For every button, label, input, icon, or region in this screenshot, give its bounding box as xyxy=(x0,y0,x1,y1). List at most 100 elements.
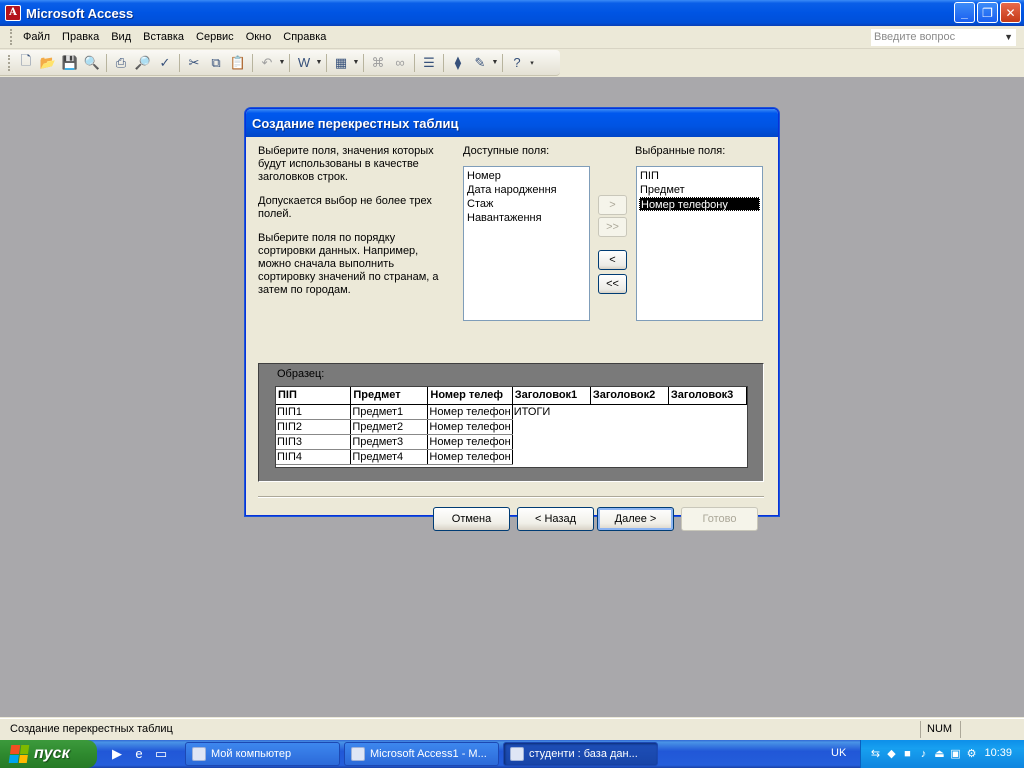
print-preview-icon[interactable]: 🔎 xyxy=(132,52,154,74)
available-fields-list[interactable]: Номер Дата народження Стаж Навантаження xyxy=(463,166,590,321)
new-object-icon[interactable]: ✎ xyxy=(469,52,491,74)
selected-fields-list[interactable]: ПІП Предмет Номер телефону xyxy=(636,166,763,321)
clock[interactable]: 10:39 xyxy=(984,747,1012,759)
list-item[interactable]: Номер xyxy=(466,169,587,183)
chevron-down-icon[interactable]: ▼ xyxy=(1004,30,1013,45)
database-icon xyxy=(510,747,524,761)
list-item[interactable]: Стаж xyxy=(466,197,587,211)
toolbar-separator xyxy=(289,53,290,72)
num-lock-indicator: NUM xyxy=(927,723,953,735)
dialog-title[interactable]: Создание перекрестных таблиц xyxy=(246,109,778,137)
toolbar-separator xyxy=(326,53,327,72)
menu-window[interactable]: Окно xyxy=(240,29,278,45)
save-icon[interactable]: 💾 xyxy=(59,52,81,74)
media-player-icon[interactable]: ▶ xyxy=(108,745,126,763)
toolbar-separator xyxy=(414,53,415,72)
sample-header-row: ПІП Предмет Номер телеф Заголовок1 Загол… xyxy=(276,387,748,405)
table-cell: Номер телефон xyxy=(427,404,513,420)
add-all-fields-button[interactable]: >> xyxy=(598,217,627,237)
paste-icon[interactable]: 📋 xyxy=(227,52,249,74)
remove-all-fields-button[interactable]: << xyxy=(598,274,627,294)
analyze-icon[interactable]: ▦ xyxy=(330,52,352,74)
app-title-bar[interactable]: A Microsoft Access _ ❐ ✕ xyxy=(0,0,1024,26)
print-icon[interactable]: ⎙ xyxy=(110,52,132,74)
minimize-button[interactable]: _ xyxy=(954,2,975,23)
table-header: Предмет xyxy=(350,387,429,405)
open-icon[interactable]: 📂 xyxy=(37,52,59,74)
finish-button[interactable]: Готово xyxy=(681,507,758,531)
table-cell: Предмет1 xyxy=(350,404,429,420)
list-item-selected[interactable]: Номер телефону xyxy=(639,197,760,211)
close-button[interactable]: ✕ xyxy=(1000,2,1021,23)
back-button[interactable]: < Назад xyxy=(517,507,594,531)
code-icon[interactable]: ⌘ xyxy=(367,52,389,74)
search-icon[interactable]: 🔍 xyxy=(81,52,103,74)
settings-icon[interactable]: ⚙ xyxy=(965,748,978,761)
language-indicator[interactable]: UK xyxy=(831,747,846,759)
taskbar-item-my-computer[interactable]: Мой компьютер xyxy=(185,742,340,766)
properties-icon[interactable]: ☰ xyxy=(418,52,440,74)
menu-insert[interactable]: Вставка xyxy=(137,29,190,45)
chevron-down-icon[interactable]: ▼ xyxy=(491,59,499,66)
ask-question-box[interactable]: Введите вопрос ▼ xyxy=(871,29,1016,46)
menu-file[interactable]: Файл xyxy=(17,29,56,45)
menu-view[interactable]: Вид xyxy=(105,29,137,45)
remove-field-button[interactable]: < xyxy=(598,250,627,270)
volume-icon[interactable]: ♪ xyxy=(917,748,930,761)
toolbar-separator xyxy=(502,53,503,72)
show-desktop-icon[interactable]: ▭ xyxy=(152,745,170,763)
restore-button[interactable]: ❐ xyxy=(977,2,998,23)
sample-label: Образец: xyxy=(277,368,325,380)
toolbar-separator xyxy=(443,53,444,72)
table-cell: ПІП2 xyxy=(276,419,352,435)
cut-icon[interactable]: ✂ xyxy=(183,52,205,74)
usb-icon[interactable]: ⏏ xyxy=(933,748,946,761)
menu-edit[interactable]: Правка xyxy=(56,29,105,45)
menu-grip[interactable] xyxy=(10,29,13,45)
toolbar-grip[interactable] xyxy=(8,54,11,71)
list-item[interactable]: ПІП xyxy=(639,169,760,183)
table-cell xyxy=(512,434,590,449)
link-icon[interactable]: ∞ xyxy=(389,52,411,74)
monitor-icon[interactable]: ▣ xyxy=(949,748,962,761)
task-label: Microsoft Access1 - M... xyxy=(370,748,487,760)
table-row: ПІП4 Предмет4 Номер телефон xyxy=(276,449,747,465)
next-button[interactable]: Далее > xyxy=(597,507,674,531)
task-label: Мой компьютер xyxy=(211,748,292,760)
menu-tools[interactable]: Сервис xyxy=(190,29,240,45)
table-header: Номер телеф xyxy=(427,387,513,405)
list-item[interactable]: Навантаження xyxy=(466,211,587,225)
chevron-down-icon[interactable]: ▼ xyxy=(315,59,323,66)
add-field-button[interactable]: > xyxy=(598,195,627,215)
table-cell: Номер телефон xyxy=(427,449,513,465)
list-item[interactable]: Предмет xyxy=(639,183,760,197)
access-icon xyxy=(351,747,365,761)
list-item[interactable]: Дата народження xyxy=(466,183,587,197)
new-icon[interactable]: 🗋 xyxy=(15,52,37,74)
taskbar-item-access1[interactable]: Microsoft Access1 - M... xyxy=(344,742,499,766)
undo-icon[interactable]: ↶ xyxy=(256,52,278,74)
internet-explorer-icon[interactable]: e xyxy=(130,745,148,763)
network-icon[interactable]: ⇆ xyxy=(869,748,882,761)
table-cell: ИТОГИ xyxy=(513,405,551,418)
copy-icon[interactable]: ⧉ xyxy=(205,52,227,74)
chevron-down-icon[interactable]: ▼ xyxy=(278,59,286,66)
spelling-icon[interactable]: ✓ xyxy=(154,52,176,74)
access-app-icon[interactable]: A xyxy=(5,5,21,21)
sample-grid: ПІП Предмет Номер телеф Заголовок1 Загол… xyxy=(275,386,748,468)
toolbar-options-icon[interactable]: ▾ xyxy=(528,59,536,67)
office-links-icon[interactable]: W xyxy=(293,52,315,74)
antivirus-icon[interactable]: ■ xyxy=(901,748,914,761)
help-icon[interactable]: ? xyxy=(506,52,528,74)
table-row: ПІП2 Предмет2 Номер телефон xyxy=(276,419,747,435)
relationships-icon[interactable]: ⧫ xyxy=(447,52,469,74)
menu-help[interactable]: Справка xyxy=(277,29,332,45)
task-label: студенти : база дан... xyxy=(529,748,638,760)
table-cell: Предмет2 xyxy=(350,419,429,435)
ask-question-placeholder: Введите вопрос xyxy=(874,31,956,43)
security-icon[interactable]: ◆ xyxy=(885,748,898,761)
chevron-down-icon[interactable]: ▼ xyxy=(352,59,360,66)
cancel-button[interactable]: Отмена xyxy=(433,507,510,531)
start-button[interactable]: пуск xyxy=(0,740,97,768)
taskbar-item-students-db[interactable]: студенти : база дан... xyxy=(503,742,658,766)
